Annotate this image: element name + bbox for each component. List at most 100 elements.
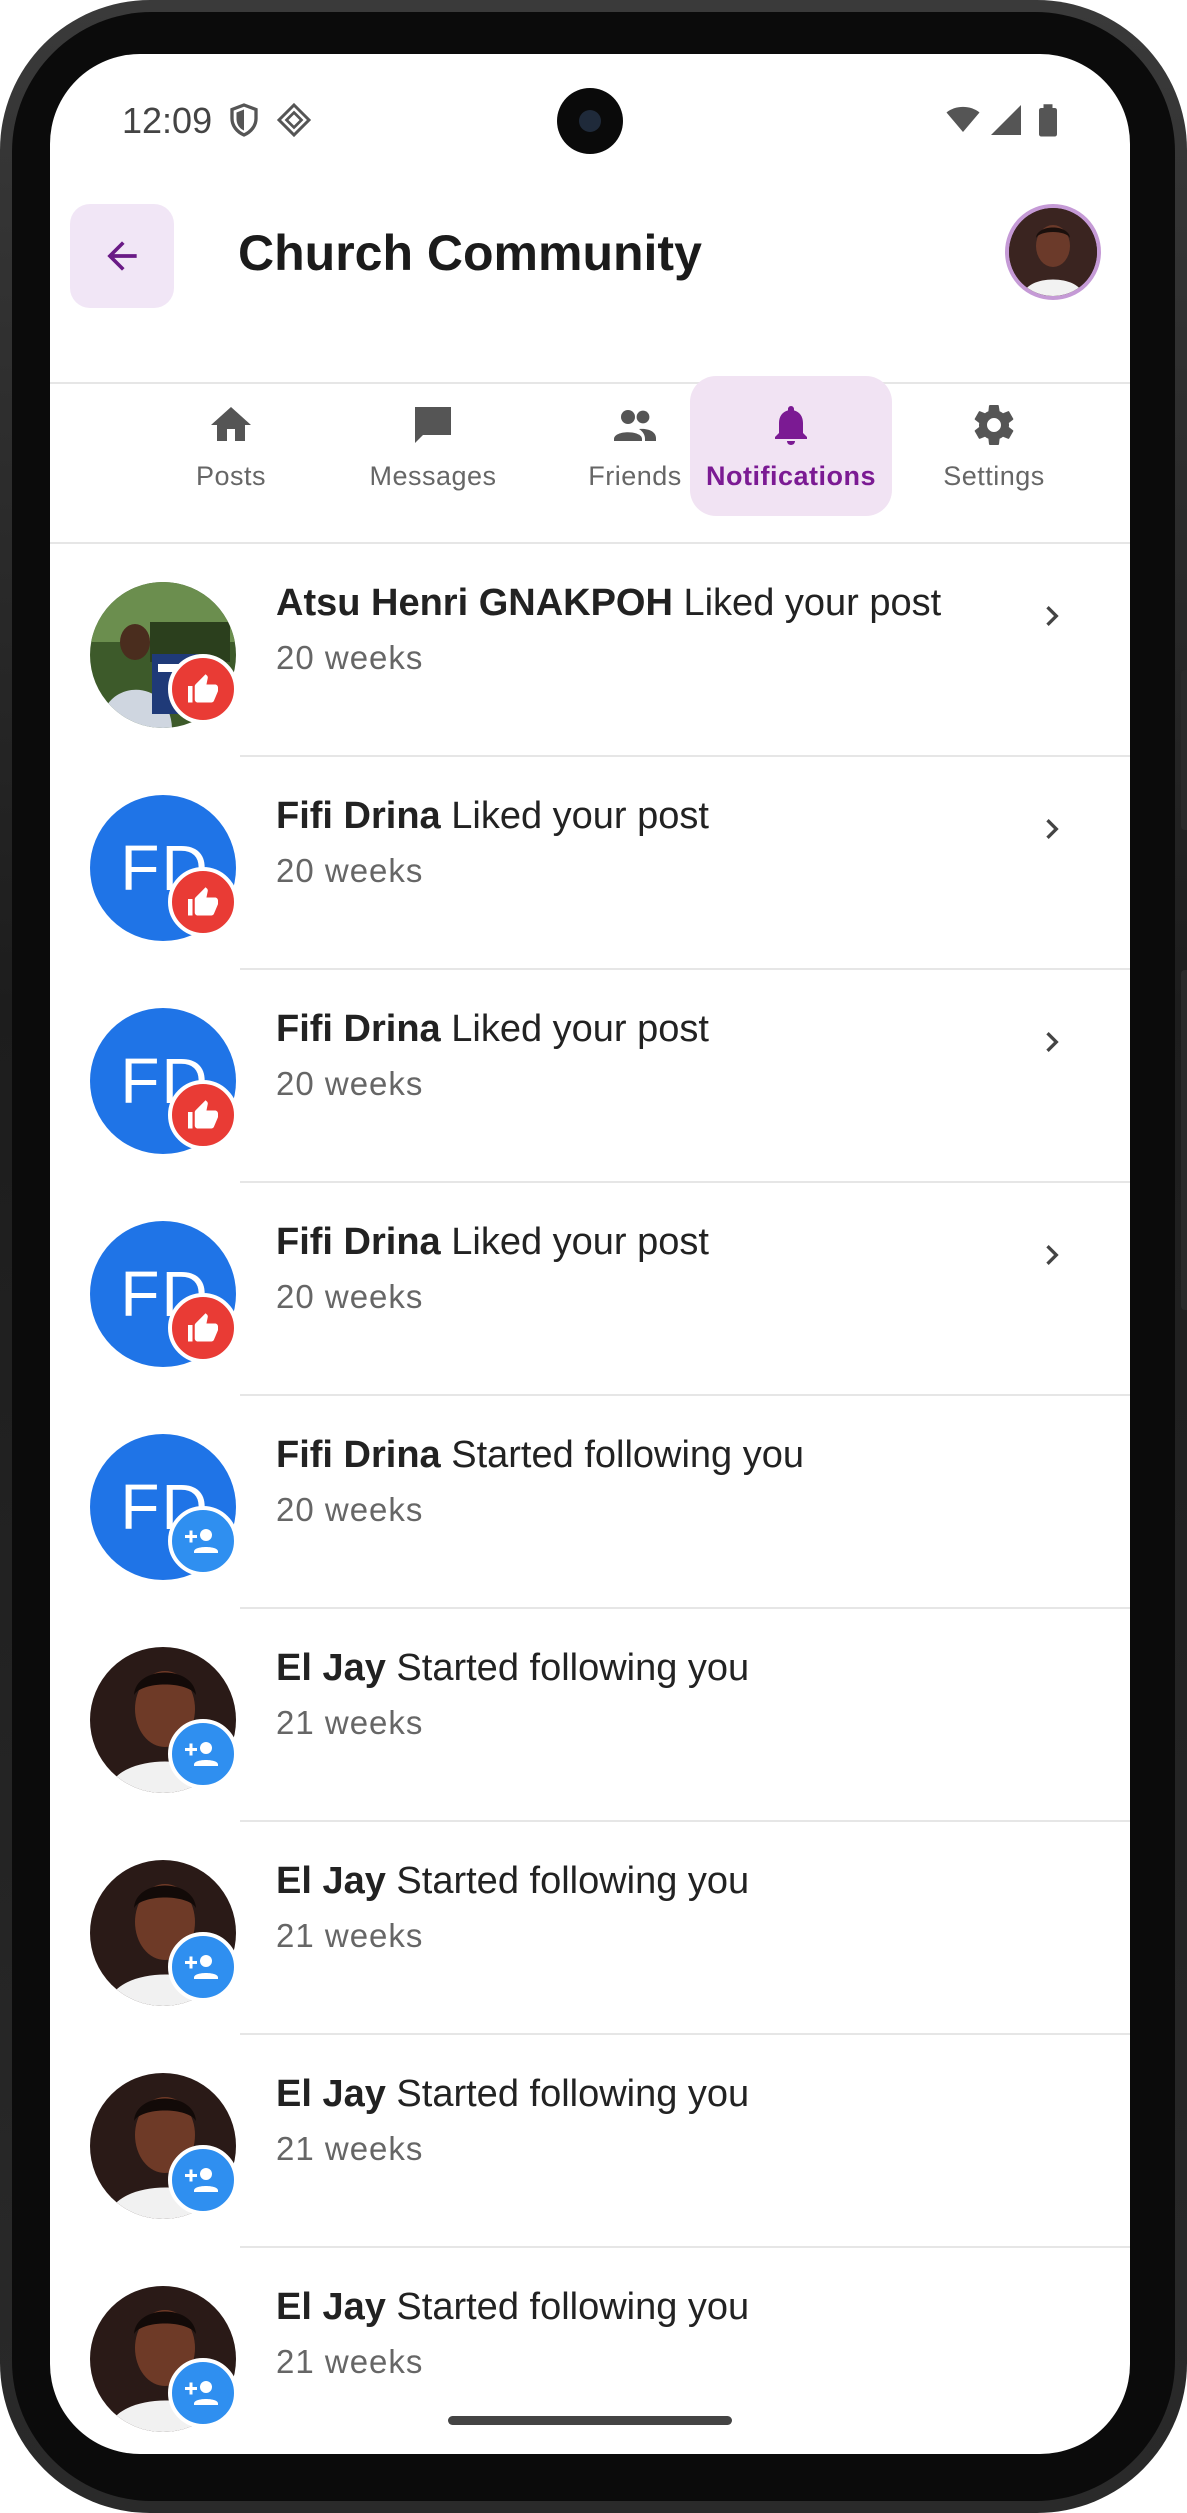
user-name: Atsu Henri GNAKPOH <box>276 582 673 624</box>
thumb-up-icon <box>188 1100 218 1129</box>
notification-text: El Jay Started following you 21 weeks <box>276 2073 1010 2168</box>
tab-settings[interactable]: Settings <box>893 376 1095 516</box>
person-add-icon <box>185 1529 218 1553</box>
notification-row[interactable]: El Jay Started following you 21 weeks <box>50 1822 1130 2035</box>
shield-icon <box>230 103 258 137</box>
notification-message: El Jay Started following you <box>276 2073 1010 2116</box>
person-add-icon <box>185 1955 218 1979</box>
notification-row[interactable]: Atsu Henri GNAKPOH Liked your post 20 we… <box>50 544 1130 757</box>
tab-notifications[interactable]: Notifications <box>690 376 892 516</box>
action-text: Started following you <box>440 1434 805 1476</box>
tab-label: Notifications <box>705 460 876 491</box>
notification-text: Fifi Drina Liked your post 20 weeks <box>276 1008 1010 1103</box>
profile-avatar[interactable] <box>1005 204 1101 300</box>
bell-icon <box>775 405 807 445</box>
notification-text: El Jay Started following you 21 weeks <box>276 1647 1010 1742</box>
notification-message: El Jay Started following you <box>276 1860 1010 1903</box>
front-camera <box>557 88 623 154</box>
timestamp: 20 weeks <box>276 1491 424 1528</box>
home-icon <box>211 406 251 441</box>
tab-label: Messages <box>369 460 497 491</box>
message-icon <box>415 406 451 443</box>
gear-icon <box>974 404 1014 445</box>
follow-badge <box>168 1932 238 2002</box>
follow-badge <box>168 2145 238 2215</box>
notification-row[interactable]: El Jay Started following you 21 weeks <box>50 1609 1130 1822</box>
timestamp: 20 weeks <box>276 852 424 889</box>
action-text: Started following you <box>385 1647 750 1689</box>
person-add-icon <box>185 2168 218 2192</box>
timestamp: 20 weeks <box>276 639 424 676</box>
chevron-right-icon[interactable] <box>1032 809 1072 849</box>
chevron-right-icon[interactable] <box>1032 1022 1072 1062</box>
tab-messages[interactable]: Messages <box>332 376 534 516</box>
notification-row[interactable]: FD Fifi Drina Started following you 20 w… <box>50 1396 1130 1609</box>
user-name: El Jay <box>276 1860 386 1902</box>
battery-icon <box>1039 104 1057 137</box>
notification-row[interactable]: FD Fifi Drina Liked your post 20 weeks <box>50 970 1130 1183</box>
notification-list: Atsu Henri GNAKPOH Liked your post 20 we… <box>50 544 1130 2454</box>
follow-badge <box>168 2358 238 2428</box>
timestamp: 21 weeks <box>276 1704 424 1741</box>
action-text: Started following you <box>385 1860 750 1902</box>
notification-message: El Jay Started following you <box>276 1647 1010 1690</box>
like-badge <box>168 1293 238 1363</box>
volume-button <box>1181 670 1187 830</box>
timestamp: 20 weeks <box>276 1065 424 1102</box>
tab-label: Settings <box>943 460 1045 491</box>
user-name: Fifi Drina <box>276 1221 441 1263</box>
status-time: 12:09 <box>122 100 213 141</box>
chevron-right-icon[interactable] <box>1032 596 1072 636</box>
notification-row[interactable]: FD Fifi Drina Liked your post 20 weeks <box>50 757 1130 970</box>
chevron-right-icon[interactable] <box>1032 1235 1072 1275</box>
user-name: El Jay <box>276 2286 386 2328</box>
user-name: El Jay <box>276 2073 386 2115</box>
like-badge <box>168 654 238 724</box>
action-text: Liked your post <box>440 1008 709 1050</box>
notification-row[interactable]: El Jay Started following you 21 weeks <box>50 2035 1130 2248</box>
wifi-icon <box>946 106 980 132</box>
notification-message: Fifi Drina Liked your post <box>276 795 1010 838</box>
action-text: Liked your post <box>440 1221 709 1263</box>
notification-message: Atsu Henri GNAKPOH Liked your post <box>276 582 1010 625</box>
notification-text: Fifi Drina Liked your post 20 weeks <box>276 795 1010 890</box>
timestamp: 21 weeks <box>276 1917 424 1954</box>
follow-badge <box>168 1506 238 1576</box>
profile-photo <box>1009 208 1097 296</box>
like-badge <box>168 867 238 937</box>
timestamp: 21 weeks <box>276 2130 424 2167</box>
signal-icon <box>991 105 1021 135</box>
phone-frame: 12:09 Church Community Posts Messages Fr… <box>0 0 1187 2513</box>
notification-text: Fifi Drina Liked your post 20 weeks <box>276 1221 1010 1316</box>
back-button[interactable] <box>70 204 174 308</box>
action-text: Started following you <box>385 2286 750 2328</box>
notification-text: Atsu Henri GNAKPOH Liked your post 20 we… <box>276 582 1010 677</box>
timestamp: 20 weeks <box>276 1278 424 1315</box>
screen: 12:09 Church Community Posts Messages Fr… <box>50 54 1130 2454</box>
notification-message: Fifi Drina Liked your post <box>276 1008 1010 1051</box>
power-button <box>1181 970 1187 1310</box>
notification-row[interactable]: FD Fifi Drina Liked your post 20 weeks <box>50 1183 1130 1396</box>
home-indicator[interactable] <box>448 2416 732 2425</box>
action-text: Started following you <box>385 2073 750 2115</box>
follow-badge <box>168 1719 238 1789</box>
diamond-icon <box>276 102 312 138</box>
action-text: Liked your post <box>440 795 709 837</box>
tab-label: Friends <box>588 460 682 491</box>
people-icon <box>614 409 656 441</box>
like-badge <box>168 1080 238 1150</box>
action-text: Liked your post <box>672 582 942 624</box>
page-title: Church Community <box>238 225 702 281</box>
thumb-up-icon <box>188 1313 218 1342</box>
user-name: Fifi Drina <box>276 1434 441 1476</box>
arrow-back-icon <box>107 241 137 271</box>
timestamp: 21 weeks <box>276 2343 424 2380</box>
user-name: Fifi Drina <box>276 1008 441 1050</box>
person-add-icon <box>185 1742 218 1766</box>
status-bar: 12:09 <box>50 54 1130 184</box>
tab-bar: Posts Messages Friends Notifications Set… <box>50 354 1130 544</box>
notification-text: El Jay Started following you 21 weeks <box>276 1860 1010 1955</box>
user-name: Fifi Drina <box>276 795 441 837</box>
notification-text: El Jay Started following you 21 weeks <box>276 2286 1010 2381</box>
tab-posts[interactable]: Posts <box>130 376 332 516</box>
